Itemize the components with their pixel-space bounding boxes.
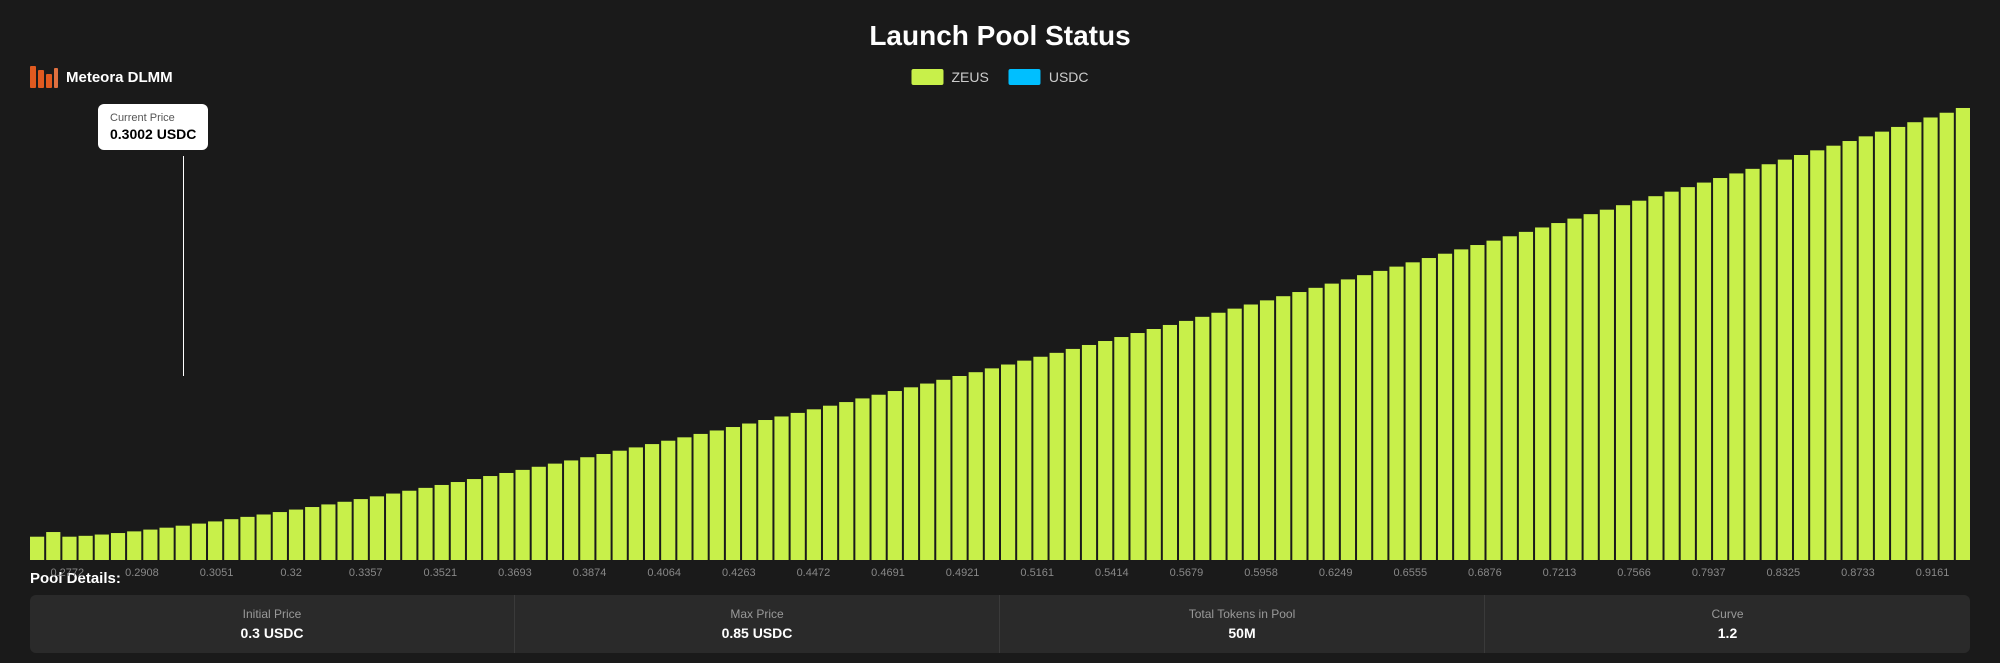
pool-detail-value: 0.3 USDC (50, 625, 494, 641)
meteora-label: Meteora DLMM (66, 69, 173, 86)
chart-legend: ZEUS USDC (911, 69, 1088, 85)
x-axis-label: 0.5679 (1149, 567, 1224, 579)
price-tooltip: Current Price 0.3002 USDC (98, 104, 208, 150)
x-axis-label: 0.32 (254, 567, 329, 579)
pool-detail-cell: Curve 1.2 (1485, 595, 1970, 653)
page-title: Launch Pool Status (30, 20, 1970, 52)
x-axis-label: 0.5958 (1224, 567, 1299, 579)
x-axis-labels: 0.27720.29080.30510.320.33570.35210.3693… (30, 565, 1970, 579)
page-container: Launch Pool Status Meteora DLMM ZEUS USD… (0, 0, 2000, 663)
x-axis-label: 0.3357 (328, 567, 403, 579)
tooltip-title: Current Price (110, 112, 196, 124)
tooltip-value: 0.3002 USDC (110, 126, 196, 142)
bar-chart (30, 94, 1970, 560)
x-axis-label: 0.3521 (403, 567, 478, 579)
x-axis-label: 0.3693 (478, 567, 553, 579)
pool-detail-cell: Initial Price 0.3 USDC (30, 595, 515, 653)
pool-detail-value: 1.2 (1505, 625, 1950, 641)
pool-detail-cell: Max Price 0.85 USDC (515, 595, 1000, 653)
zeus-color-swatch (911, 69, 943, 85)
chart-area: Current Price 0.3002 USDC 0.27720.29080.… (30, 94, 1970, 560)
x-axis-label: 0.2772 (30, 567, 105, 579)
pool-detail-cell: Total Tokens in Pool 50M (1000, 595, 1485, 653)
pool-detail-value: 50M (1020, 625, 1464, 641)
pool-details-grid: Initial Price 0.3 USDC Max Price 0.85 USDC T… (30, 595, 1970, 653)
meteora-icon (30, 66, 58, 88)
x-axis-label: 0.9161 (1895, 567, 1970, 579)
x-axis-label: 0.8733 (1821, 567, 1896, 579)
x-axis-label: 0.4263 (701, 567, 776, 579)
x-axis-label: 0.8325 (1746, 567, 1821, 579)
x-axis-label: 0.6249 (1298, 567, 1373, 579)
pool-detail-label: Total Tokens in Pool (1020, 607, 1464, 621)
x-axis-label: 0.7566 (1597, 567, 1672, 579)
x-axis-label: 0.4472 (776, 567, 851, 579)
legend-usdc: USDC (1009, 69, 1089, 85)
usdc-color-swatch (1009, 69, 1041, 85)
x-axis-label: 0.4064 (627, 567, 702, 579)
pool-details-section: Pool Details: Initial Price0.3 USDCMax P… (30, 570, 1970, 653)
x-axis-label: 0.3874 (552, 567, 627, 579)
pool-detail-label: Curve (1505, 607, 1950, 621)
x-axis-label: 0.6876 (1448, 567, 1523, 579)
pool-detail-label: Max Price (535, 607, 979, 621)
x-axis-label: 0.4691 (851, 567, 926, 579)
x-axis-label: 0.4921 (925, 567, 1000, 579)
x-axis-label: 0.5161 (1000, 567, 1075, 579)
zeus-label: ZEUS (951, 69, 988, 85)
x-axis-label: 0.3051 (179, 567, 254, 579)
legend-zeus: ZEUS (911, 69, 988, 85)
tooltip-line (183, 156, 184, 376)
x-axis-label: 0.7213 (1522, 567, 1597, 579)
pool-detail-label: Initial Price (50, 607, 494, 621)
pool-detail-value: 0.85 USDC (535, 625, 979, 641)
x-axis-label: 0.2908 (105, 567, 180, 579)
usdc-label: USDC (1049, 69, 1089, 85)
header-row: Meteora DLMM ZEUS USDC (30, 66, 1970, 88)
x-axis-label: 0.6555 (1373, 567, 1448, 579)
x-axis-label: 0.5414 (1075, 567, 1150, 579)
meteora-brand: Meteora DLMM (30, 66, 173, 88)
x-axis-label: 0.7937 (1671, 567, 1746, 579)
